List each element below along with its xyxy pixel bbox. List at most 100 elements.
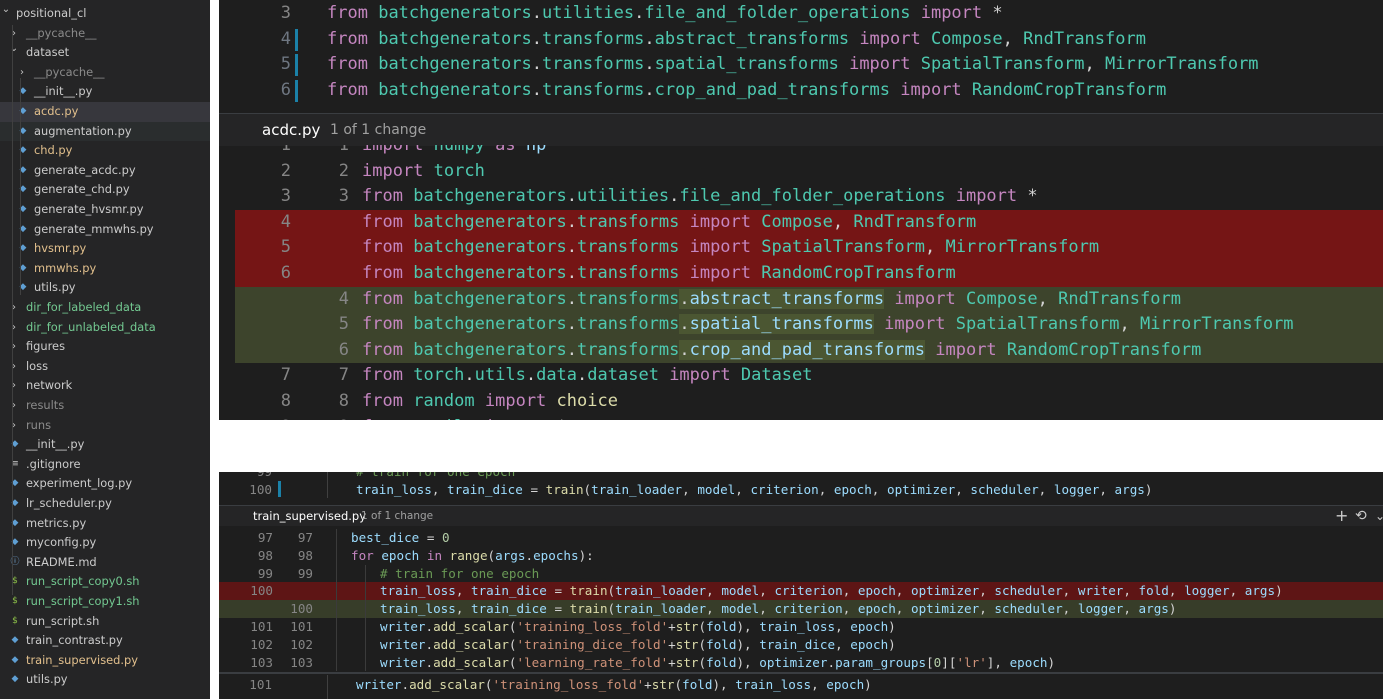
editor-code-area-top[interactable]: 99 # train for one epoch 100 train_loss, tr… bbox=[219, 472, 1383, 498]
explorer-file[interactable]: ◆ mmwhs.py bbox=[0, 259, 210, 279]
added-line[interactable]: 4 from batchgenerators.transforms.abstrac… bbox=[235, 286, 1383, 313]
modified-gutter-marker[interactable] bbox=[278, 481, 281, 497]
code-line[interactable]: 99 99 # train for one epoch bbox=[219, 564, 1383, 583]
modified-line-number: 1 bbox=[338, 145, 349, 155]
code-text: for epoch in range(args.epochs): bbox=[351, 547, 594, 563]
explorer-folder[interactable]: › results bbox=[0, 396, 210, 416]
modified-gutter-marker[interactable] bbox=[295, 79, 298, 102]
peek-file-name[interactable]: train_supervised.py bbox=[253, 506, 366, 526]
code-text: from batchgenerators.transforms.spatial_… bbox=[327, 54, 1259, 74]
explorer-file[interactable]: ◆ __init__.py bbox=[0, 82, 210, 102]
explorer-folder[interactable]: › figures bbox=[0, 337, 210, 357]
explorer-file[interactable]: ◆ myconfig.py bbox=[0, 533, 210, 553]
indent-guide bbox=[365, 582, 366, 601]
explorer-item-label: README.md bbox=[26, 554, 97, 569]
code-line[interactable]: 2 2 import torch bbox=[219, 159, 1383, 185]
code-line[interactable]: 4 from batchgenerators.transforms.abstrac… bbox=[219, 27, 1383, 52]
added-line[interactable]: 6 from batchgenerators.transforms.crop_an… bbox=[235, 337, 1383, 364]
explorer-file[interactable]: ◆ generate_mmwhs.py bbox=[0, 220, 210, 240]
code-text: train_loss, train_dice = train(train_loa… bbox=[380, 601, 1177, 617]
explorer-file[interactable]: $ run_script_copy1.sh bbox=[0, 592, 210, 612]
diff-peek-view[interactable]: 97 97 best_dice = 0 98 98 for epoch in range(… bbox=[219, 527, 1383, 672]
code-line[interactable]: 1 1 import numpy as np bbox=[219, 145, 1383, 159]
code-line[interactable]: 100 train_loss, train_dice = train(train_… bbox=[219, 481, 1383, 499]
explorer-file[interactable]: ◆ train_supervised.py bbox=[0, 651, 210, 671]
code-line[interactable]: 103 103 writer.add_scalar('learning_rate_f… bbox=[219, 653, 1383, 672]
modified-line-number: 9 bbox=[319, 415, 349, 420]
code-line[interactable]: 5 from batchgenerators.transforms.spatial… bbox=[219, 52, 1383, 77]
stage-change-button[interactable]: + bbox=[1335, 506, 1348, 526]
code-line[interactable]: 3 from batchgenerators.utilities.file_and… bbox=[219, 1, 1383, 26]
explorer-folder[interactable]: ⌄ dataset bbox=[0, 43, 210, 63]
explorer-file[interactable]: ⓘ README.md bbox=[0, 553, 210, 573]
python-file-icon: ◆ bbox=[11, 635, 19, 646]
explorer-file[interactable]: ◆ generate_hvsmr.py bbox=[0, 200, 210, 220]
original-line-number: 9 bbox=[259, 415, 291, 420]
code-line[interactable]: 99 # train for one epoch bbox=[219, 472, 1383, 481]
explorer-file[interactable]: ◆ experiment_log.py bbox=[0, 474, 210, 494]
explorer-file[interactable]: ◆ utils.py bbox=[0, 670, 210, 690]
code-line[interactable]: 8 8 from random import choice bbox=[219, 389, 1383, 415]
code-text: from batchgenerators.transforms.abstract… bbox=[362, 288, 1181, 309]
explorer-file[interactable]: ◆ __init__.py bbox=[0, 435, 210, 455]
line-number: 100 bbox=[249, 481, 272, 497]
code-line[interactable]: 9 9 from .utils import * bbox=[219, 415, 1383, 420]
indent-guide bbox=[327, 472, 328, 498]
removed-line[interactable]: 5 from batchgenerators.transforms import … bbox=[235, 235, 1383, 261]
explorer-item-label: runs bbox=[26, 417, 52, 432]
code-line[interactable]: 7 7 from torch.utils.data.dataset import D… bbox=[219, 363, 1383, 389]
explorer-folder[interactable]: › dir_for_labeled_data bbox=[0, 298, 210, 318]
modified-gutter-marker[interactable] bbox=[295, 28, 298, 51]
removed-line[interactable]: 4 from batchgenerators.transforms import … bbox=[235, 209, 1383, 236]
explorer-file[interactable]: ◆ generate_acdc.py bbox=[0, 161, 210, 181]
explorer-folder[interactable]: › dir_for_unlabeled_data bbox=[0, 318, 210, 338]
removed-line[interactable]: 100 train_loss, train_dice = train(train_… bbox=[219, 582, 1383, 601]
explorer-file[interactable]: $ run_script_copy0.sh bbox=[0, 572, 210, 592]
code-text: train_loss, train_dice = train(train_loa… bbox=[356, 481, 1153, 497]
explorer-folder[interactable]: › network bbox=[0, 376, 210, 396]
code-text: from .utils import * bbox=[362, 415, 567, 420]
explorer-file[interactable]: $ run_script.sh bbox=[0, 612, 210, 632]
diff-peek-view[interactable]: 1 1 import numpy as np 2 2 import torch 3 3 from… bbox=[219, 145, 1383, 420]
explorer-folder[interactable]: › __pycache__ bbox=[0, 24, 210, 44]
explorer-file[interactable]: ◆ acdc.py bbox=[0, 102, 210, 122]
explorer-folder[interactable]: › runs bbox=[0, 416, 210, 436]
code-text: from batchgenerators.transforms.spatial_… bbox=[362, 314, 1294, 335]
explorer-file[interactable]: ◆ generate_chd.py bbox=[0, 180, 210, 200]
explorer-file[interactable]: ◆ augmentation.py bbox=[0, 121, 210, 142]
explorer-file[interactable]: ◆ lr_scheduler.py bbox=[0, 494, 210, 514]
explorer-file[interactable]: ◆ utils.py bbox=[0, 278, 210, 298]
explorer-folder[interactable]: ⌄ positional_cl bbox=[0, 4, 210, 24]
code-line[interactable]: 6 from batchgenerators.transforms.crop_an… bbox=[219, 78, 1383, 103]
peek-change-info: 1 of 1 change bbox=[330, 122, 427, 138]
explorer-file[interactable]: ◆ chd.py bbox=[0, 141, 210, 161]
removed-line[interactable]: 6 from batchgenerators.transforms import … bbox=[235, 261, 1383, 287]
explorer-item-label: __pycache__ bbox=[26, 25, 97, 40]
added-line[interactable]: 5 from batchgenerators.transforms.spatial… bbox=[235, 312, 1383, 338]
explorer-item-label: metrics.py bbox=[26, 515, 87, 530]
explorer-file[interactable]: ◆ train_contrast.py bbox=[0, 631, 210, 651]
code-line[interactable]: 101 101 writer.add_scalar('training_loss_f… bbox=[219, 618, 1383, 636]
explorer-folder[interactable]: › __pycache__ bbox=[0, 63, 210, 83]
revert-change-button[interactable]: ⟲ bbox=[1355, 506, 1367, 526]
more-actions-icon[interactable]: ⌄ bbox=[1375, 506, 1383, 526]
code-line[interactable]: 101 writer.add_scalar('training_loss_fold… bbox=[219, 676, 1383, 694]
code-line[interactable]: 102 102 writer.add_scalar('training_dice_f… bbox=[219, 635, 1383, 654]
added-line[interactable]: 100 train_loss, train_dice = train(train_… bbox=[219, 600, 1383, 618]
explorer-folder[interactable]: › loss bbox=[0, 357, 210, 377]
modified-gutter-marker[interactable] bbox=[295, 54, 298, 76]
editor-code-area-bottom[interactable]: 101 writer.add_scalar('training_loss_fold… bbox=[219, 675, 1383, 699]
editor-code-area[interactable]: 3 from batchgenerators.utilities.file_and… bbox=[219, 0, 1383, 110]
modified-line-number: 2 bbox=[338, 160, 349, 181]
explorer-file[interactable]: ≡ .gitignore bbox=[0, 455, 210, 475]
code-line[interactable]: 3 3 from batchgenerators.utilities.file_an… bbox=[219, 184, 1383, 210]
modified-line-number: 3 bbox=[338, 186, 349, 207]
peek-file-name[interactable]: acdc.py bbox=[262, 114, 320, 146]
explorer-item-label: hvsmr.py bbox=[34, 241, 87, 256]
explorer-file[interactable]: ◆ hvsmr.py bbox=[0, 239, 210, 259]
code-line[interactable]: 97 97 best_dice = 0 bbox=[219, 529, 1383, 547]
explorer-file[interactable]: ◆ metrics.py bbox=[0, 514, 210, 534]
chevron-down-icon: ⌄ bbox=[9, 43, 19, 55]
modified-line-number: 8 bbox=[338, 391, 349, 411]
code-line[interactable]: 98 98 for epoch in range(args.epochs): bbox=[219, 546, 1383, 565]
